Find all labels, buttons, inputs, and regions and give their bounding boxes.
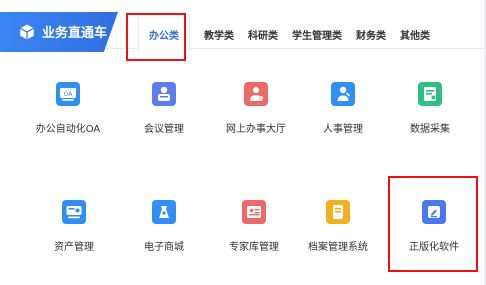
service-hall-icon	[244, 82, 268, 106]
app-label: 数据采集	[410, 124, 450, 135]
app-meeting[interactable]: 会议管理	[118, 82, 210, 152]
app-data-collection[interactable]: 数据采集	[384, 82, 476, 152]
app-ecommerce[interactable]: 电子商城	[118, 200, 210, 270]
app-label: 网上办事大厅	[226, 124, 286, 135]
oa-glyph-icon: OA	[60, 88, 76, 101]
app-label: 正版化软件	[409, 242, 459, 253]
app-licensed-software[interactable]: 正版化软件	[388, 200, 480, 270]
category-tabs: 办公类 教学类 科研类 学生管理类 财务类 其他类	[128, 12, 484, 52]
archive-icon	[326, 200, 350, 224]
brand-title: 业务直通车	[42, 26, 108, 41]
app-label: 电子商城	[144, 242, 184, 253]
app-service-hall[interactable]: 网上办事大厅	[210, 82, 302, 152]
oa-icon: OA	[56, 82, 80, 106]
tab-finance[interactable]: 财务类	[356, 27, 386, 52]
app-personnel[interactable]: 人事管理	[297, 82, 389, 152]
expert-library-icon	[242, 200, 266, 224]
app-label: 办公自动化OA	[35, 124, 101, 135]
app-expert-library[interactable]: 专家库管理	[208, 200, 300, 270]
asset-glyph-icon	[66, 206, 82, 219]
app-label: 人事管理	[323, 124, 363, 135]
expert-library-glyph-icon	[247, 206, 261, 218]
licensed-software-glyph-icon	[428, 206, 440, 218]
tab-office[interactable]: 办公类	[138, 14, 190, 52]
service-hall-glyph-icon	[250, 87, 263, 101]
app-oa[interactable]: OA 办公自动化OA	[22, 82, 114, 152]
archive-glyph-icon	[333, 205, 343, 219]
asset-icon	[62, 200, 86, 224]
tab-student-management[interactable]: 学生管理类	[292, 27, 342, 52]
cube-icon	[19, 24, 35, 40]
data-collect-glyph-icon	[424, 87, 436, 101]
app-grid: OA 办公自动化OA 会议管理 网上办事大厅 人事管理 数据采集 资产管理 电子…	[0, 70, 484, 270]
ecommerce-glyph-icon	[159, 206, 169, 218]
app-asset[interactable]: 资产管理	[28, 200, 120, 270]
personnel-glyph-icon	[337, 86, 351, 101]
meeting-icon	[152, 82, 176, 106]
ecommerce-icon	[152, 200, 176, 224]
business-panel: 业务直通车 办公类 教学类 科研类 学生管理类 财务类 其他类 OA 办公自动化…	[0, 0, 485, 285]
panel-header: 业务直通车 办公类 教学类 科研类 学生管理类 财务类 其他类	[0, 0, 484, 52]
tab-teaching[interactable]: 教学类	[204, 27, 234, 52]
app-label: 会议管理	[144, 124, 184, 135]
personnel-icon	[331, 82, 355, 106]
tab-other[interactable]: 其他类	[400, 27, 430, 52]
meeting-glyph-icon	[158, 86, 170, 101]
app-label: 档案管理系统	[308, 242, 368, 253]
oa-icon-text: OA	[64, 91, 74, 98]
licensed-software-icon	[422, 200, 446, 224]
data-collect-icon	[418, 82, 442, 106]
brand-banner: 业务直通车	[0, 12, 118, 52]
app-label: 专家库管理	[229, 242, 279, 253]
tab-research[interactable]: 科研类	[248, 27, 278, 52]
app-label: 资产管理	[54, 242, 94, 253]
app-archive[interactable]: 档案管理系统	[292, 200, 384, 270]
